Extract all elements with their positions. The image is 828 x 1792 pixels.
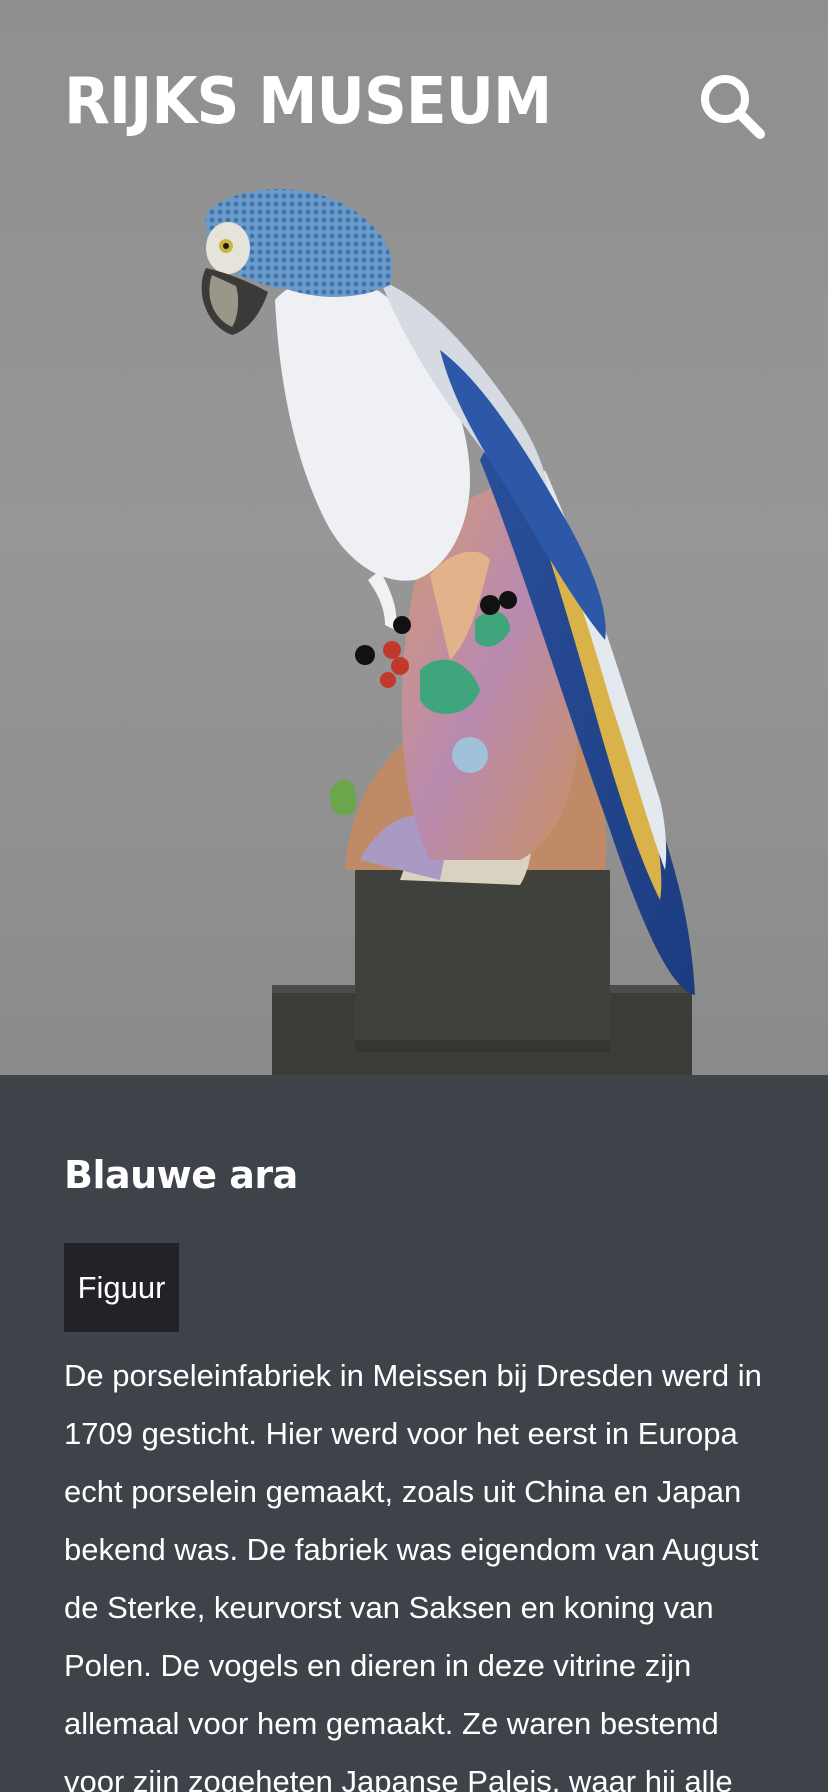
artwork-detail-page: RIJKS MUSEUM Blauwe ara Figuur De porsel… [0, 0, 828, 1792]
artwork-image [0, 0, 828, 1075]
artwork-description: De porseleinfabriek in Meissen bij Dresd… [64, 1358, 762, 1792]
category-tag[interactable]: Figuur [64, 1243, 179, 1332]
artwork-title: Blauwe ara [64, 1153, 298, 1197]
search-icon [701, 75, 765, 139]
artwork-info-panel: Blauwe ara Figuur De porseleinfabriek in… [0, 1075, 828, 1792]
search-button[interactable] [696, 70, 768, 142]
artwork-hero: RIJKS MUSEUM [0, 0, 828, 1075]
rijksmuseum-logo[interactable]: RIJKS MUSEUM [64, 70, 552, 134]
